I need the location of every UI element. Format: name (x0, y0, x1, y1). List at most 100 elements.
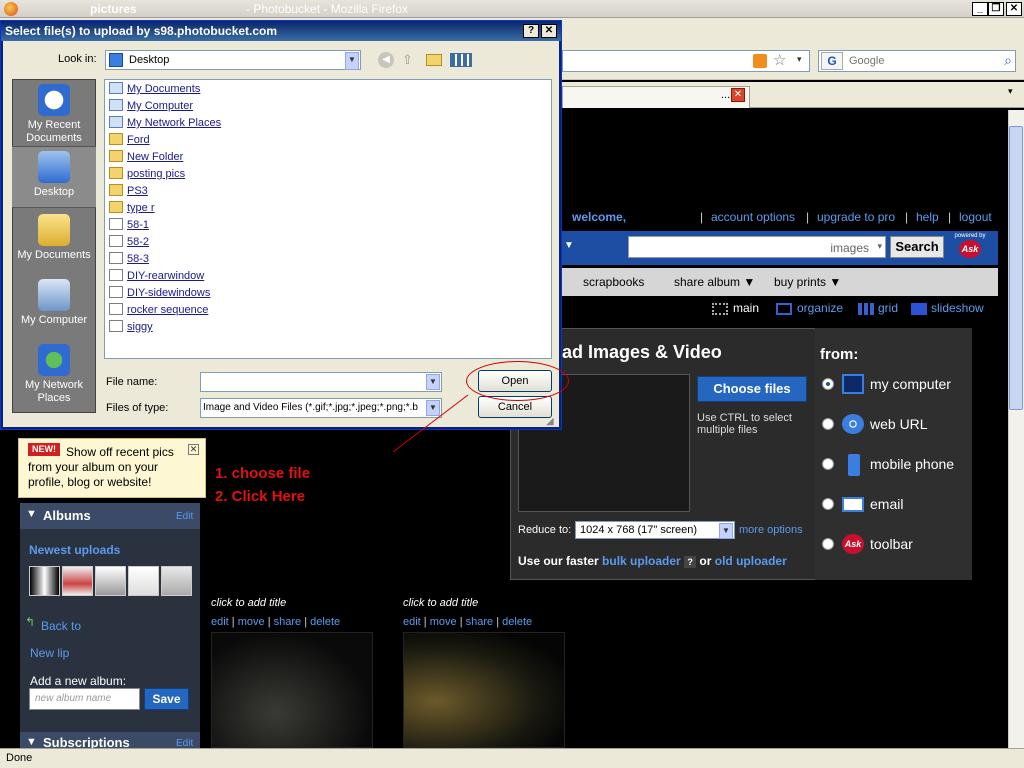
album-thumbnail[interactable] (161, 566, 192, 596)
album-thumbnail[interactable] (95, 566, 126, 596)
file-list[interactable]: My Documents My Computer My Network Places… (104, 79, 552, 359)
album-thumbnail[interactable] (29, 566, 60, 596)
search-button[interactable]: Search (890, 236, 944, 258)
organize-view-icon[interactable] (776, 303, 792, 315)
place-network[interactable]: My Network Places (12, 344, 96, 405)
radio-email[interactable] (822, 498, 834, 510)
edit-link[interactable]: edit (403, 616, 421, 628)
google-engine-icon[interactable]: G (821, 52, 843, 70)
file-list-item[interactable]: rocker sequence (109, 303, 208, 319)
chevron-down-icon[interactable]: ▼ (719, 523, 733, 539)
new-lip-album-link[interactable]: New lip (30, 646, 69, 660)
collapse-triangle-icon[interactable]: ▼ (26, 508, 37, 520)
chevron-down-icon[interactable]: ▼ (426, 400, 440, 416)
old-uploader-link[interactable]: old uploader (715, 554, 787, 568)
photo-thumbnail[interactable] (211, 632, 373, 748)
share-link[interactable]: share (274, 616, 302, 628)
look-in-select[interactable]: Desktop ▼ (105, 50, 361, 70)
delete-link[interactable]: delete (502, 616, 532, 628)
slideshow-view-icon[interactable] (911, 303, 927, 315)
photo-caption[interactable]: click to add title (211, 597, 286, 609)
delete-link[interactable]: delete (310, 616, 340, 628)
reduce-size-select[interactable]: 1024 x 768 (17" screen) ▼ (575, 521, 735, 539)
help-icon[interactable]: ? (684, 556, 697, 568)
minimize-button[interactable]: _ (972, 2, 988, 16)
place-desktop[interactable]: Desktop (12, 146, 96, 208)
albums-edit-link[interactable]: Edit (176, 511, 193, 522)
album-name-input[interactable]: new album name (29, 688, 140, 710)
file-list-item[interactable]: type r (109, 201, 155, 217)
move-link[interactable]: move (430, 616, 457, 628)
move-link[interactable]: move (238, 616, 265, 628)
dialog-close-button[interactable]: ✕ (541, 24, 557, 38)
file-list-item[interactable]: My Computer (109, 99, 193, 115)
album-thumbnail[interactable] (62, 566, 93, 596)
place-recent-documents[interactable]: My Recent Documents (12, 84, 96, 145)
share-album-menu[interactable]: share album ▼ (674, 275, 755, 289)
album-thumbnail[interactable] (128, 566, 159, 596)
file-list-item[interactable]: 58-3 (109, 252, 149, 268)
grid-view-link[interactable]: grid (878, 301, 898, 315)
browser-tab[interactable]: ... (562, 86, 750, 108)
place-my-computer[interactable]: My Computer (12, 279, 96, 327)
more-options-link[interactable]: more options (739, 524, 803, 536)
file-list-item[interactable]: My Documents (109, 82, 200, 98)
file-list-item[interactable]: 58-1 (109, 218, 149, 234)
newest-uploads-link[interactable]: Newest uploads (29, 543, 120, 557)
grid-view-icon[interactable] (858, 303, 874, 315)
main-view-icon[interactable] (712, 303, 728, 315)
file-list-item[interactable]: My Network Places (109, 116, 221, 132)
tab-list-icon[interactable]: ▾ (1008, 86, 1013, 97)
file-list-item[interactable]: Ford (109, 133, 150, 149)
edit-link[interactable]: edit (211, 616, 229, 628)
choose-files-button[interactable]: Choose files (697, 376, 807, 402)
photo-caption[interactable]: click to add title (403, 597, 478, 609)
up-folder-icon[interactable]: ⇧ (402, 52, 413, 68)
slideshow-view-link[interactable]: slideshow (931, 301, 984, 315)
maximize-button[interactable]: ❐ (988, 2, 1004, 16)
photo-thumbnail[interactable] (403, 632, 565, 748)
help-link[interactable]: help (916, 210, 939, 224)
bulk-uploader-link[interactable]: bulk uploader (602, 554, 681, 568)
radio-mobile-phone[interactable] (822, 458, 834, 470)
radio-web-url[interactable] (822, 418, 834, 430)
category-dropdown-icon[interactable]: ▼ (564, 240, 574, 251)
radio-my-computer[interactable] (822, 378, 834, 390)
scrapbooks-link[interactable]: scrapbooks (583, 275, 644, 289)
logout-link[interactable]: logout (959, 210, 992, 224)
radio-toolbar[interactable] (822, 538, 834, 550)
place-my-documents[interactable]: My Documents (12, 214, 96, 262)
close-icon[interactable]: ✕ (188, 444, 199, 455)
web-search-input[interactable] (849, 53, 989, 69)
file-list-item[interactable]: posting pics (109, 167, 185, 183)
file-list-item[interactable]: siggy (109, 320, 153, 336)
history-dropdown-icon[interactable]: ▾ (797, 54, 802, 65)
chevron-down-icon[interactable]: ▼ (426, 374, 440, 390)
search-icon[interactable]: ⌕ (1004, 52, 1012, 69)
file-name-input[interactable]: ▼ (200, 372, 442, 392)
file-list-item[interactable]: 58-2 (109, 235, 149, 251)
scope-dropdown-icon[interactable]: ▾ (877, 241, 882, 252)
back-to-link[interactable]: Back to (41, 619, 81, 633)
scrollbar-thumb[interactable] (1009, 126, 1023, 410)
window-close-button[interactable]: ✕ (1006, 2, 1022, 16)
tab-close-icon[interactable]: ✕ (731, 88, 745, 102)
file-list-item[interactable]: PS3 (109, 184, 148, 200)
file-list-item[interactable]: New Folder (109, 150, 183, 166)
new-folder-icon[interactable] (426, 54, 442, 66)
file-list-item[interactable]: DIY-rearwindow (109, 269, 204, 285)
dialog-help-button[interactable]: ? (523, 24, 539, 38)
resize-grip-icon[interactable]: ◢ (546, 416, 554, 427)
buy-prints-menu[interactable]: buy prints ▼ (774, 275, 841, 289)
view-menu-icon[interactable] (450, 53, 472, 67)
file-type-select[interactable]: Image and Video Files (*.gif;*.jpg;*.jpe… (200, 398, 442, 418)
image-search-input[interactable]: images ▾ (628, 236, 886, 258)
back-icon[interactable]: ◀ (378, 52, 394, 68)
bookmark-star-icon[interactable]: ☆ (773, 51, 786, 69)
chevron-down-icon[interactable]: ▼ (345, 52, 359, 70)
web-search-box[interactable]: G ⌕ (818, 50, 1016, 72)
upgrade-to-pro-link[interactable]: upgrade to pro (817, 210, 895, 224)
save-album-button[interactable]: Save (144, 688, 189, 710)
share-link[interactable]: share (466, 616, 494, 628)
rss-icon[interactable] (753, 54, 767, 68)
